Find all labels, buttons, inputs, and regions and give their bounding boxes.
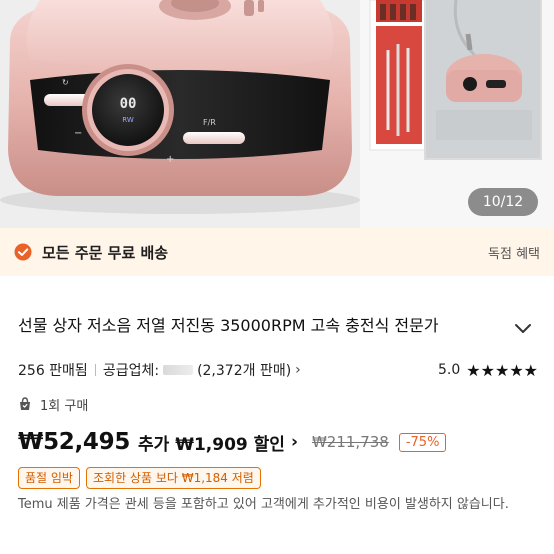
dial-unit: RW — [122, 116, 134, 124]
chevron-right-icon[interactable]: › — [295, 362, 301, 378]
chevron-right-icon[interactable]: › — [291, 432, 298, 452]
current-price: ₩52,495 — [18, 429, 131, 455]
exclusive-benefit-link[interactable]: 독점 혜택 — [488, 243, 540, 262]
original-price: ₩211,738 — [311, 433, 389, 451]
star-rating-icon: ★★★★★ — [466, 360, 538, 380]
divider — [94, 364, 96, 376]
supplier-label[interactable]: 공급업체: — [103, 360, 159, 380]
purchase-count-text: 1회 구매 — [40, 398, 89, 414]
discount-badge: -75% — [398, 432, 447, 452]
supplier-logo[interactable] — [163, 365, 194, 375]
supplier-sales[interactable]: (2,372개 판매) — [197, 360, 291, 380]
rating-value: 5.0 — [438, 362, 461, 378]
device-left-label: ↻ — [62, 78, 69, 87]
product-meta-row: 256 판매됨 공급업체: (2,372개 판매) › 5.0 ★★★★★ — [18, 358, 538, 382]
product-image-gallery[interactable]: 00 RW ↻ F/R − + 10/12 — [0, 0, 554, 228]
product-title-row[interactable]: 선물 상자 저소음 저열 저진동 35000RPM 고속 충전식 전문가 — [0, 306, 554, 346]
free-shipping-text: 모든 주문 무료 배송 — [42, 243, 169, 262]
price-disclaimer: Temu 제품 가격은 관세 등을 포함하고 있어 고객에게 추가적인 비용이 … — [18, 497, 509, 512]
rating[interactable]: 5.0 ★★★★★ — [438, 361, 538, 380]
price-row: ₩52,495 추가 ₩1,909 할인 › ₩211,738 -75% — [18, 426, 548, 458]
chevron-down-icon[interactable] — [513, 322, 533, 336]
promo-badges: 품절 임박 조회한 상품 보다 ₩1,184 저렴 — [18, 466, 267, 490]
cheaper-than-viewed-badge: 조회한 상품 보다 ₩1,184 저렴 — [85, 467, 261, 489]
device-minus-label: − — [74, 128, 83, 139]
gallery-counter: 10/12 — [468, 188, 538, 216]
purchase-count: 1회 구매 — [18, 393, 88, 415]
product-title: 선물 상자 저소음 저열 저진동 35000RPM 고속 충전식 전문가 — [18, 316, 439, 335]
device-plus-label: + — [166, 154, 175, 165]
shopping-bag-icon — [20, 397, 30, 410]
almost-sold-out-badge: 품절 임박 — [18, 467, 80, 489]
extra-discount[interactable]: 추가 ₩1,909 할인 — [138, 430, 285, 455]
check-circle-icon — [14, 243, 32, 261]
free-shipping-banner[interactable]: 모든 주문 무료 배송 독점 혜택 — [0, 228, 554, 276]
device-right-label: F/R — [203, 118, 216, 127]
sold-count: 256 판매됨 — [18, 363, 88, 379]
dial-display: 00 — [119, 96, 137, 112]
